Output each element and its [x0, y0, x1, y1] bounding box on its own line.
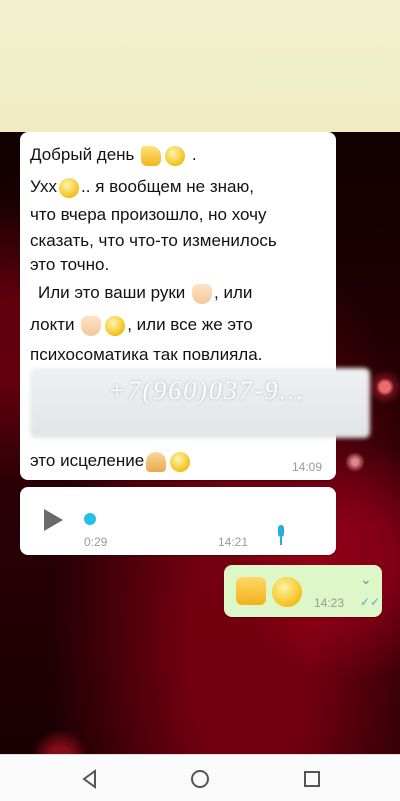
smiling-face-icon [272, 577, 302, 607]
message-time: 14:23 [314, 596, 345, 610]
thumbs-up-icon [236, 577, 266, 605]
message-line: Ухх .. я вообщем не знаю, [30, 176, 254, 198]
read-ticks-icon: ✓✓ [360, 595, 381, 609]
message-period: . [191, 145, 197, 164]
message-line-text: , или [214, 283, 253, 302]
folded-hands-icon [146, 451, 167, 472]
message-line-text: Ухх [30, 177, 58, 196]
grinning-face-icon [105, 315, 126, 336]
message-line: что вчера произошло, но хочу [30, 205, 267, 224]
message-line-text: .. я вообщем не знаю, [81, 177, 254, 196]
message-line: это исцеление [30, 450, 192, 472]
play-icon[interactable] [44, 509, 63, 531]
relieved-face-icon [170, 451, 191, 472]
message-line: Добрый день . [30, 144, 197, 166]
voice-message[interactable]: 0:29 14:21 [20, 487, 336, 555]
message-line: это точно. [30, 255, 110, 274]
victory-hand-icon [141, 145, 162, 166]
message-line: Или это ваши руки , или [38, 282, 252, 304]
voice-time: 14:21 [218, 535, 249, 549]
microphone-icon [276, 525, 286, 547]
message-line-text: , или все же это [127, 315, 253, 334]
home-icon[interactable] [188, 767, 212, 791]
open-hands-icon [192, 283, 213, 304]
smiling-face-icon [165, 145, 186, 166]
message-line-text: Или это ваши руки [38, 283, 186, 302]
audio-progress-dot[interactable] [84, 513, 96, 525]
message-line-text: локти [30, 315, 75, 334]
android-nav-bar [0, 754, 400, 801]
phone-watermark: +7(960)037-9... [108, 376, 306, 405]
message-line: психосоматика так повлияла. [30, 345, 263, 364]
top-banner [0, 0, 400, 135]
message-line: локти , или все же это [30, 314, 253, 336]
message-line: сказать, что что-то изменилось [30, 231, 277, 250]
message-time: 14:09 [292, 460, 323, 474]
chevron-down-icon[interactable]: ⌄ [360, 571, 372, 588]
flexed-biceps-icon [81, 315, 102, 336]
thinking-face-icon [59, 177, 80, 198]
message-line-text: Добрый день [30, 145, 135, 164]
back-icon[interactable] [78, 767, 102, 791]
recent-apps-icon[interactable] [300, 767, 324, 791]
outgoing-message[interactable]: ⌄ 14:23 ✓✓ [224, 565, 382, 617]
voice-duration: 0:29 [84, 535, 108, 549]
incoming-message[interactable]: Добрый день . Ухх .. я вообщем не знаю, ч… [20, 132, 370, 480]
message-line-text: это исцеление [30, 451, 145, 470]
